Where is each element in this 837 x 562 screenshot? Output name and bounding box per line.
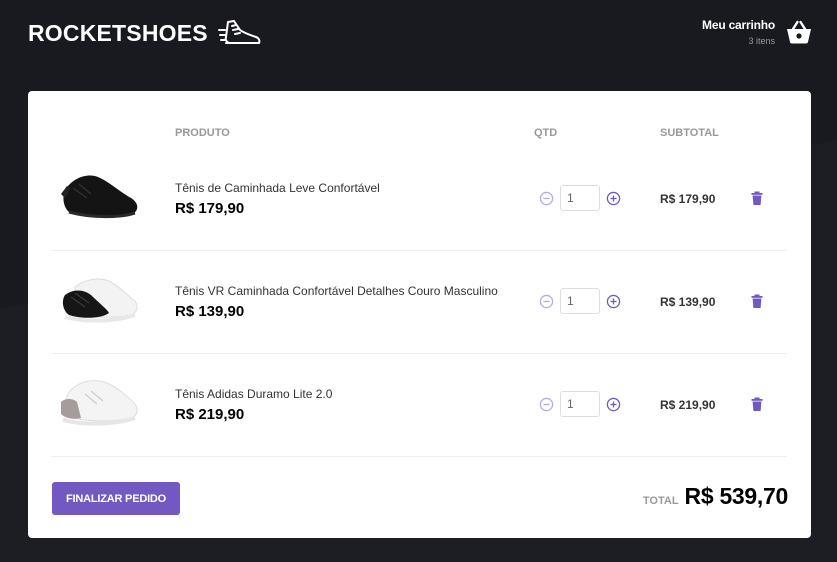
finish-order-button[interactable]: FINALIZAR PEDIDO: [52, 482, 180, 515]
product-title: Tênis de Caminhada Leve Confortável: [175, 181, 380, 195]
column-header-product: PRODUTO: [175, 127, 230, 139]
trash-icon[interactable]: [749, 293, 765, 309]
product-price: R$ 179,90: [175, 200, 245, 217]
decrement-icon[interactable]: [539, 397, 554, 412]
logo-text: ROCKETSHOES: [28, 19, 208, 46]
increment-icon[interactable]: [606, 191, 621, 206]
cart-row: Tênis VR Caminhada Confortável Detalhes …: [51, 251, 787, 354]
cart-title: Meu carrinho: [702, 18, 775, 32]
product-price: R$ 219,90: [175, 406, 245, 423]
quantity-stepper: [539, 185, 621, 211]
cart-count: 3 itens: [748, 36, 775, 46]
quantity-stepper: [539, 288, 621, 314]
item-subtotal: R$ 179,90: [660, 192, 716, 206]
trash-icon[interactable]: [749, 396, 765, 412]
logo[interactable]: ROCKETSHOES: [28, 16, 262, 50]
cart-text: Meu carrinho 3 itens: [702, 18, 775, 46]
header: ROCKETSHOES Meu carrinho 3 itens: [0, 0, 837, 90]
quantity-stepper: [539, 391, 621, 417]
basket-icon: [787, 20, 811, 44]
item-subtotal: R$ 219,90: [660, 398, 716, 412]
column-header-qty: QTD: [534, 127, 558, 139]
decrement-icon[interactable]: [539, 294, 554, 309]
cart-container: PRODUTO QTD SUBTOTAL Tênis de Caminhada …: [28, 91, 811, 538]
quantity-input[interactable]: [560, 288, 600, 314]
quantity-input[interactable]: [560, 391, 600, 417]
decrement-icon[interactable]: [539, 191, 554, 206]
column-header-subtotal: SUBTOTAL: [660, 127, 719, 139]
increment-icon[interactable]: [606, 294, 621, 309]
cart-link[interactable]: Meu carrinho 3 itens: [702, 18, 813, 46]
cart-row: Tênis de Caminhada Leve Confortável R$ 1…: [51, 148, 787, 251]
product-title: Tênis VR Caminhada Confortável Detalhes …: [175, 284, 498, 298]
trash-icon[interactable]: [749, 190, 765, 206]
product-image: [61, 380, 138, 426]
total-value: R$ 539,70: [684, 483, 789, 509]
total-label: TOTAL: [642, 495, 679, 507]
product-title: Tênis Adidas Duramo Lite 2.0: [175, 387, 333, 401]
product-image: [61, 175, 138, 219]
running-shoe-icon: [217, 20, 261, 44]
product-price: R$ 139,90: [175, 303, 245, 320]
quantity-input[interactable]: [560, 185, 600, 211]
product-image: [62, 278, 138, 323]
item-subtotal: R$ 139,90: [660, 295, 716, 309]
increment-icon[interactable]: [606, 397, 621, 412]
order-total: TOTAL R$ 539,70: [643, 483, 788, 510]
cart-row: Tênis Adidas Duramo Lite 2.0 R$ 219,90 R…: [51, 354, 787, 457]
